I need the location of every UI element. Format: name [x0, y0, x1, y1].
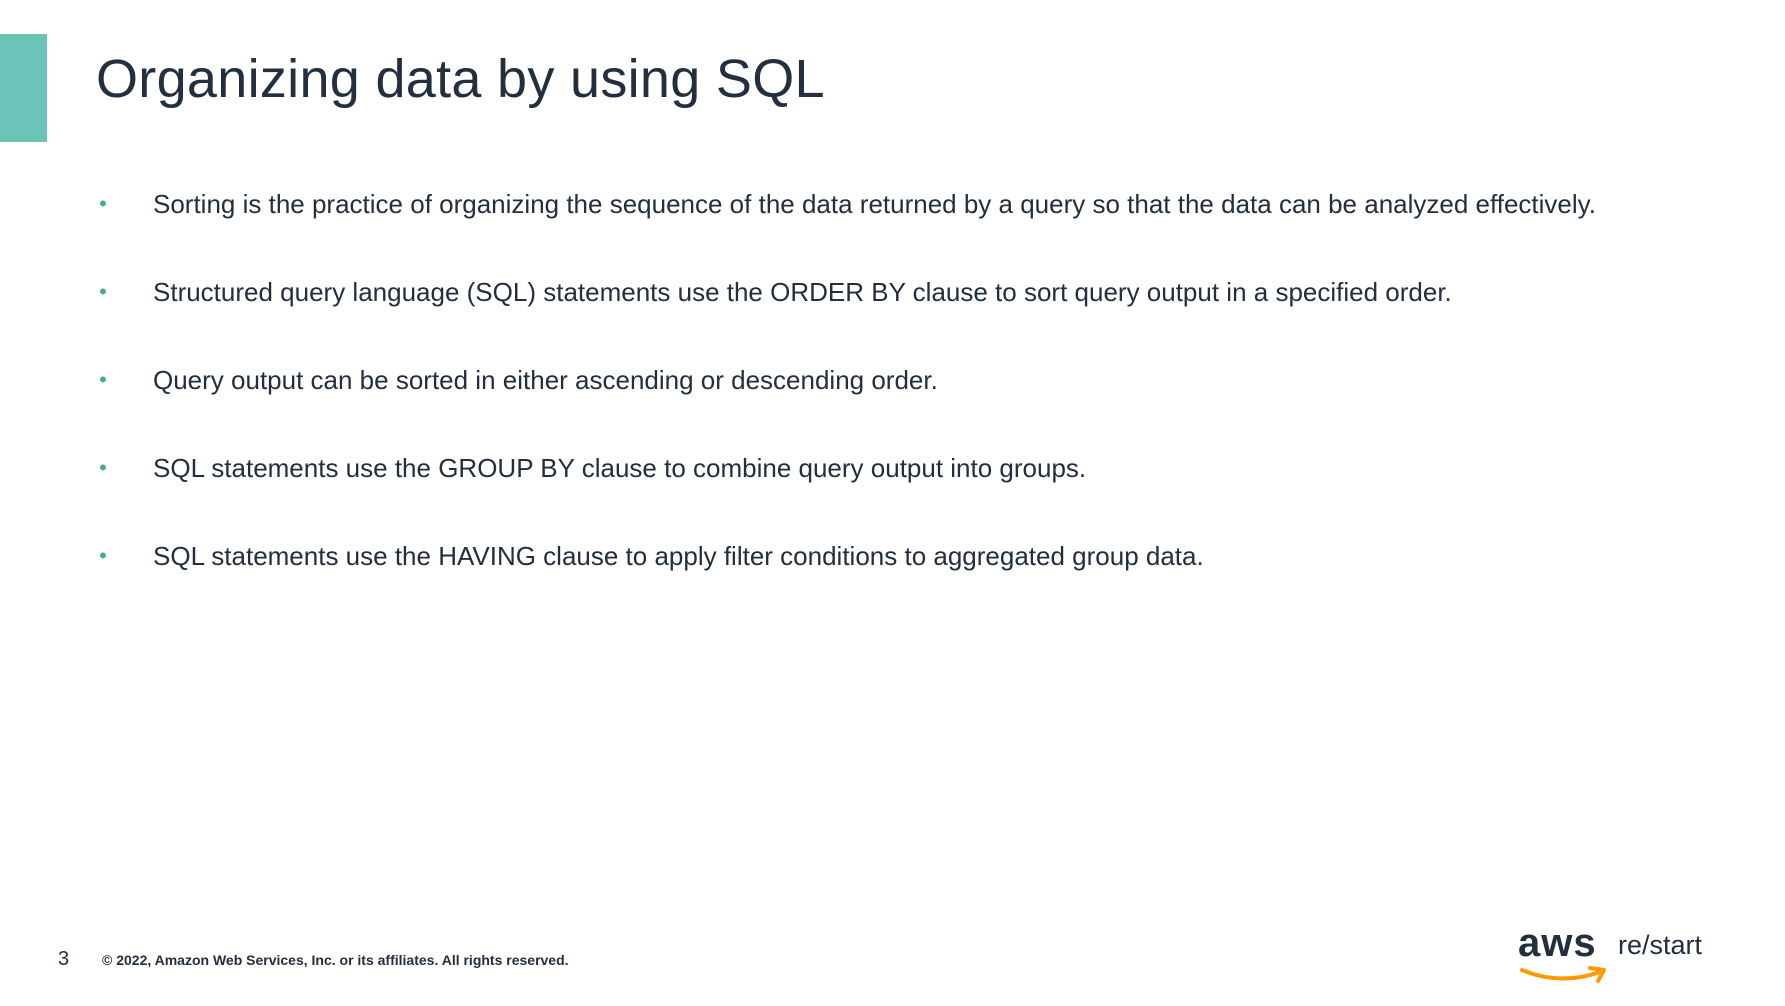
bullet-item: • Query output can be sorted in either a…	[96, 362, 1596, 398]
bullet-dot-icon: •	[99, 455, 107, 480]
title-accent-bar	[0, 34, 47, 142]
bullet-item: • Sorting is the practice of organizing …	[96, 186, 1596, 222]
bullet-dot-icon: •	[99, 367, 107, 392]
bullet-dot-icon: •	[99, 279, 107, 304]
bullet-dot-icon: •	[99, 543, 107, 568]
bullet-item: • Structured query language (SQL) statem…	[96, 274, 1596, 310]
bullet-text: SQL statements use the GROUP BY clause t…	[153, 453, 1087, 483]
bullet-list: • Sorting is the practice of organizing …	[96, 186, 1596, 626]
aws-restart-logo: aws re/start	[1518, 920, 1718, 986]
bullet-item: • SQL statements use the HAVING clause t…	[96, 538, 1596, 574]
bullet-dot-icon: •	[99, 191, 107, 216]
logo-restart-wordmark: re/start	[1618, 930, 1703, 960]
slide-title: Organizing data by using SQL	[96, 49, 825, 109]
bullet-text: Structured query language (SQL) statemen…	[153, 277, 1452, 307]
bullet-text: SQL statements use the HAVING clause to …	[153, 541, 1204, 571]
logo-aws-wordmark: aws	[1518, 921, 1597, 965]
bullet-text: Sorting is the practice of organizing th…	[153, 189, 1596, 219]
page-number: 3	[58, 948, 70, 970]
aws-smile-arrow-icon	[1520, 966, 1606, 983]
copyright-notice: © 2022, Amazon Web Services, Inc. or its…	[102, 952, 569, 968]
bullet-text: Query output can be sorted in either asc…	[153, 365, 938, 395]
bullet-item: • SQL statements use the GROUP BY clause…	[96, 450, 1596, 486]
